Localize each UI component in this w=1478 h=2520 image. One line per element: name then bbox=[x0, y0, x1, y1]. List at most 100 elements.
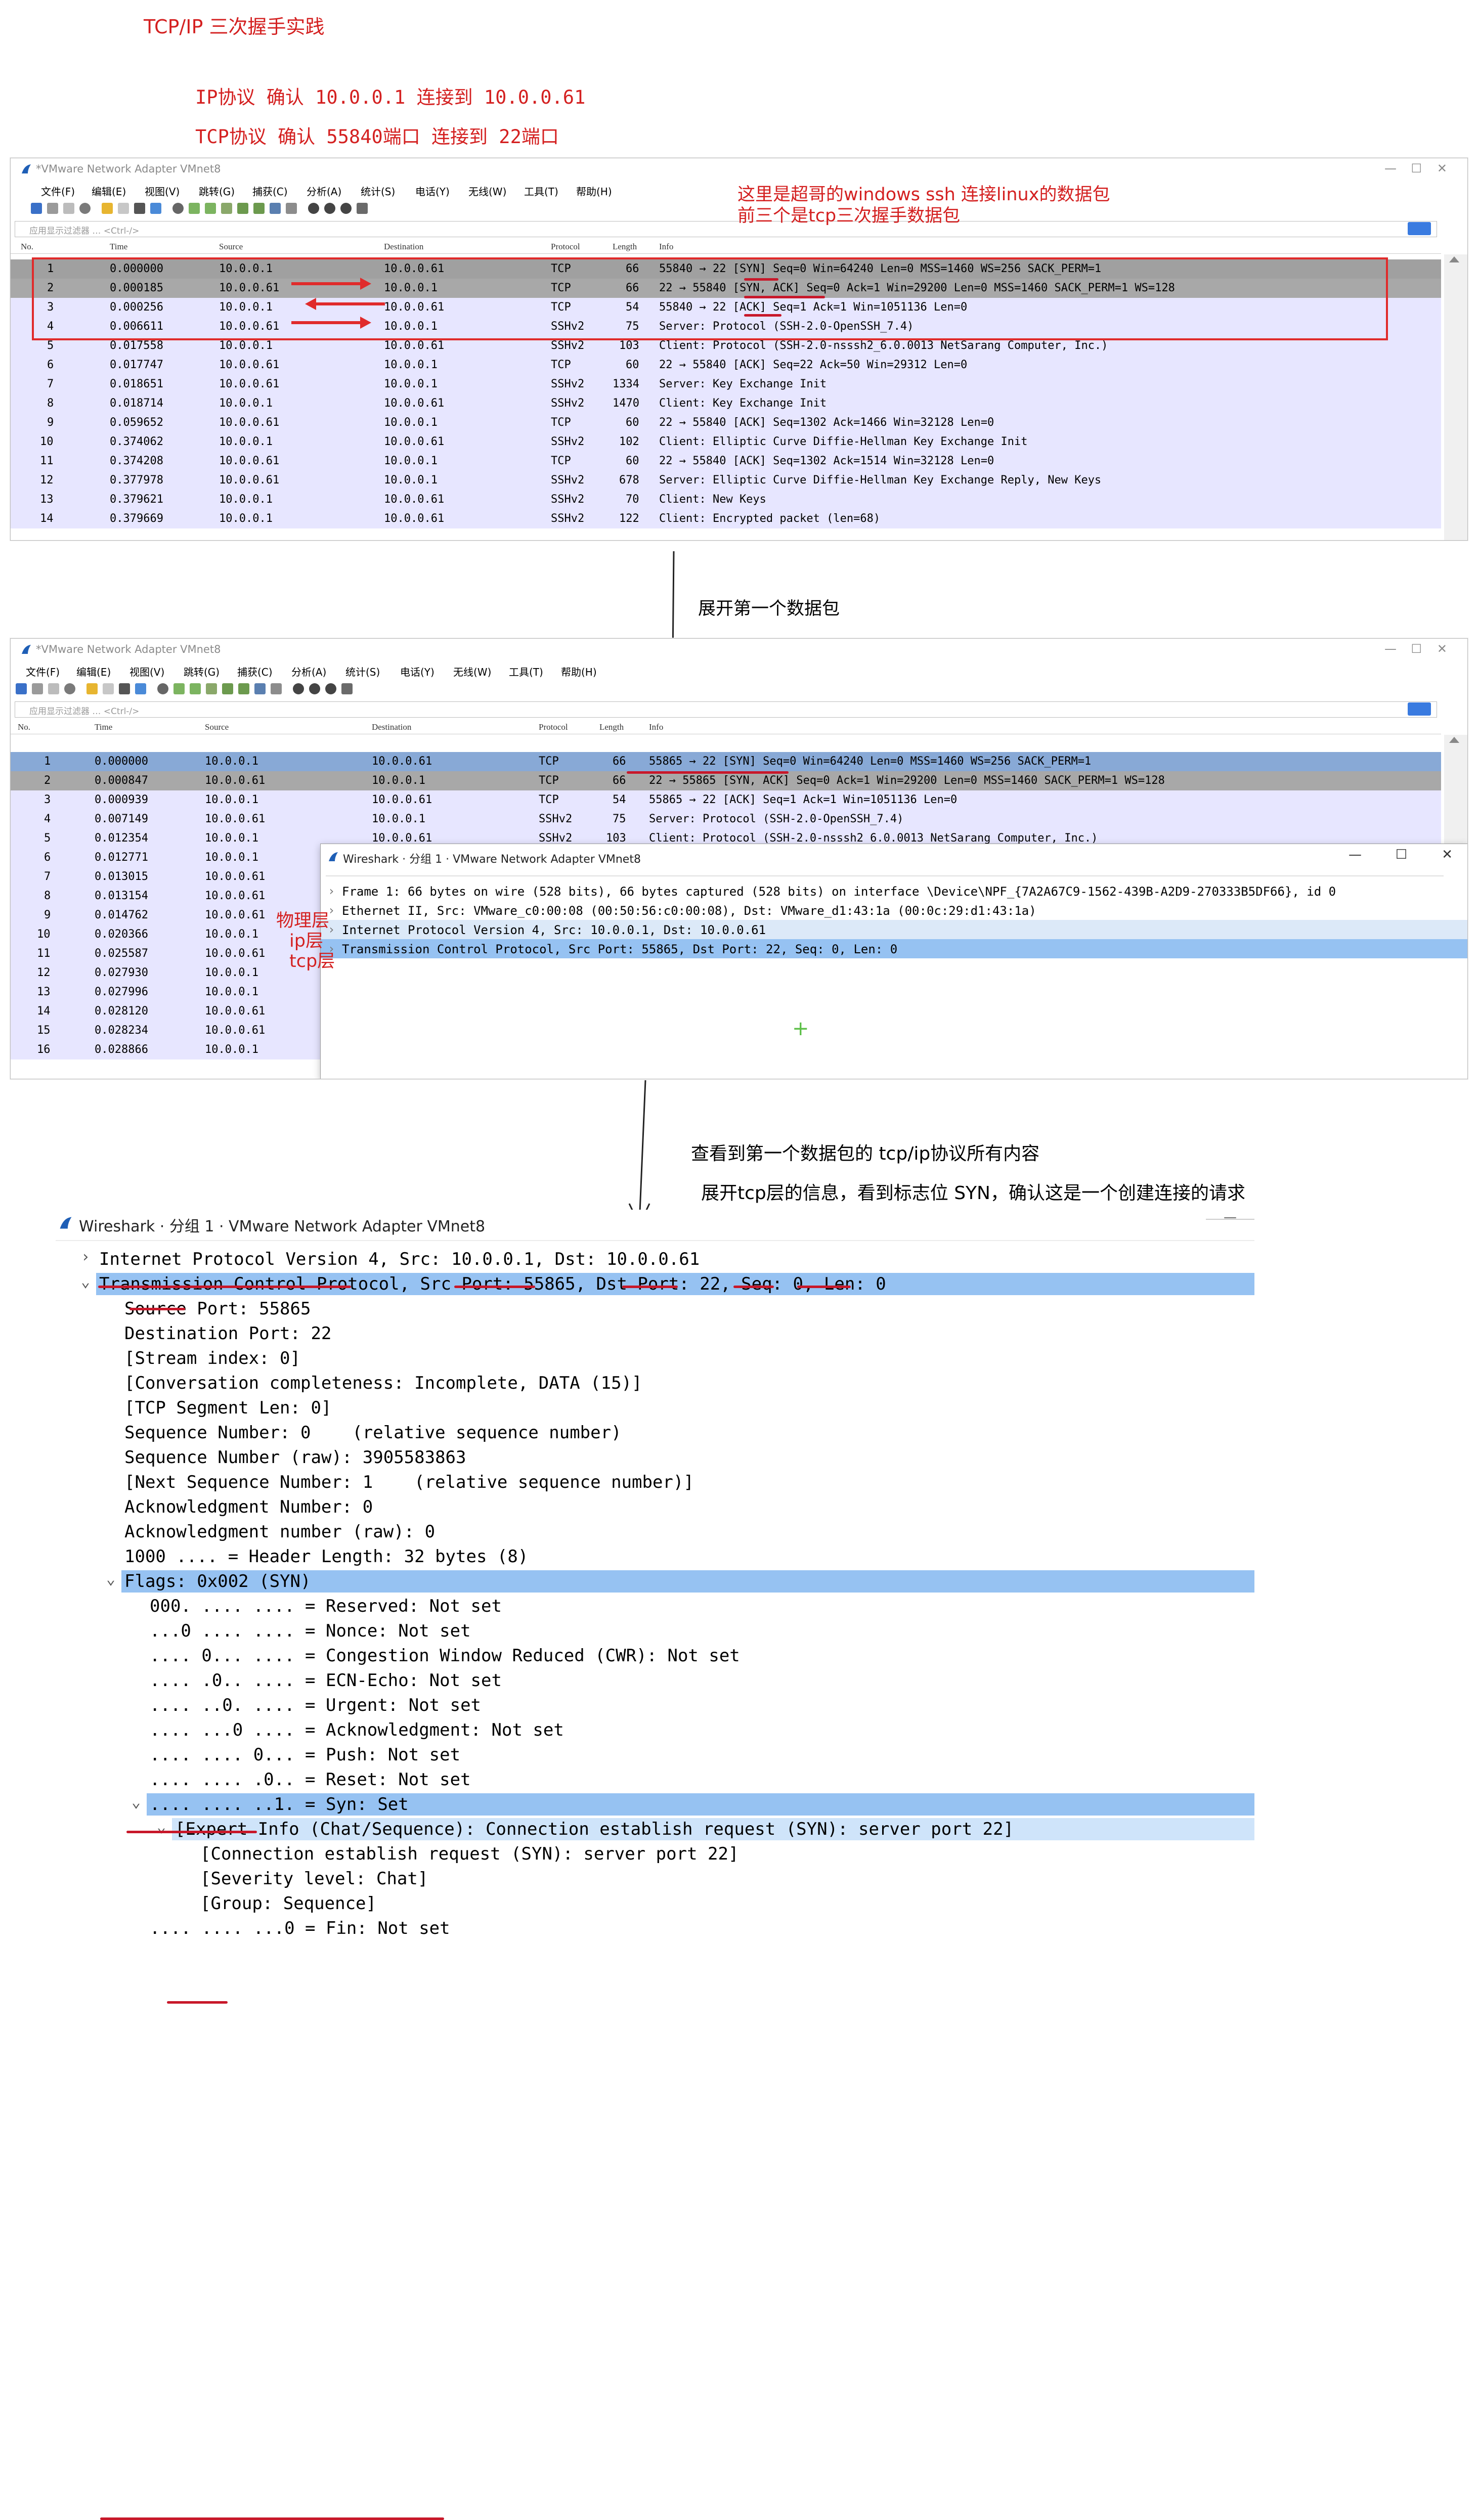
popup-close-button[interactable]: ✕ bbox=[1442, 847, 1453, 862]
menu-statistics[interactable]: 统计(S) bbox=[345, 664, 380, 679]
reload-icon[interactable] bbox=[150, 203, 161, 214]
chevron-right-icon[interactable]: › bbox=[81, 1248, 90, 1266]
go-forward-icon[interactable] bbox=[205, 203, 216, 214]
open-file-icon[interactable] bbox=[86, 683, 98, 694]
tree-node[interactable]: .... ...0 .... = Acknowledgment: Not set bbox=[56, 1718, 1254, 1743]
go-forward-icon[interactable] bbox=[190, 683, 201, 694]
tree-node[interactable]: › Transmission Control Protocol, Src Port… bbox=[321, 939, 1467, 958]
minimize-button[interactable]: — bbox=[1384, 642, 1397, 656]
tree-node[interactable]: ⌄ [Expert Info (Chat/Sequence): Connectio… bbox=[56, 1817, 1254, 1842]
tree-node[interactable]: .... .0.. .... = ECN-Echo: Not set bbox=[56, 1668, 1254, 1693]
menu-analyze[interactable]: 分析(A) bbox=[291, 664, 326, 679]
zoom-reset-icon[interactable] bbox=[325, 683, 336, 694]
menu-view[interactable]: 视图(V) bbox=[145, 184, 180, 198]
start-capture-icon[interactable] bbox=[31, 203, 42, 214]
tree-node[interactable]: [Severity level: Chat] bbox=[56, 1867, 1254, 1891]
tree-node[interactable]: Source Port: 55865 bbox=[56, 1297, 1254, 1321]
tree-node[interactable]: [Group: Sequence] bbox=[56, 1891, 1254, 1916]
tree-node[interactable]: .... .... .0.. = Reset: Not set bbox=[56, 1767, 1254, 1792]
table-row[interactable]: 4 0.007149 10.0.0.61 10.0.0.1 SSHv2 75 Server:… bbox=[11, 810, 1441, 829]
menu-file[interactable]: 文件(F) bbox=[41, 184, 75, 198]
autoscroll-icon[interactable] bbox=[254, 683, 266, 694]
menu-help[interactable]: 帮助(H) bbox=[561, 664, 597, 679]
last-packet-icon[interactable] bbox=[253, 203, 265, 214]
close-file-icon[interactable] bbox=[119, 683, 130, 694]
tree-node[interactable]: [Connection establish request (SYN): ser… bbox=[56, 1842, 1254, 1867]
tree-node[interactable]: [TCP Segment Len: 0] bbox=[56, 1396, 1254, 1421]
menu-edit[interactable]: 编辑(E) bbox=[76, 664, 111, 679]
tree-node[interactable]: Acknowledgment number (raw): 0 bbox=[56, 1520, 1254, 1544]
menu-view[interactable]: 视图(V) bbox=[129, 664, 164, 679]
start-capture-icon[interactable] bbox=[16, 683, 27, 694]
tree-node[interactable]: Sequence Number (raw): 3905583863 bbox=[56, 1445, 1254, 1470]
colorize-icon[interactable] bbox=[286, 203, 297, 214]
tree-node[interactable]: [Conversation completeness: Incomplete, … bbox=[56, 1371, 1254, 1396]
menu-edit[interactable]: 编辑(E) bbox=[92, 184, 126, 198]
menu-file[interactable]: 文件(F) bbox=[26, 664, 60, 679]
first-packet-icon[interactable] bbox=[237, 203, 248, 214]
capture-options-icon[interactable] bbox=[79, 203, 91, 214]
tree-node[interactable]: .... 0... .... = Congestion Window Reduc… bbox=[56, 1644, 1254, 1668]
menu-wireless[interactable]: 无线(W) bbox=[453, 664, 491, 679]
autoscroll-icon[interactable] bbox=[270, 203, 281, 214]
open-file-icon[interactable] bbox=[102, 203, 113, 214]
reload-icon[interactable] bbox=[135, 683, 146, 694]
table-row[interactable]: 2 0.000847 10.0.0.61 10.0.0.1 TCP 66 22 → 5586… bbox=[11, 771, 1441, 790]
menu-capture[interactable]: 捕获(C) bbox=[237, 664, 273, 679]
go-back-icon[interactable] bbox=[173, 683, 185, 694]
menu-statistics[interactable]: 统计(S) bbox=[361, 184, 395, 198]
menu-go[interactable]: 跳转(G) bbox=[199, 184, 235, 198]
table-row[interactable]: 1 0.000000 10.0.0.1 10.0.0.61 TCP 66 55865 → 2… bbox=[11, 752, 1441, 771]
tree-node[interactable]: 1000 .... = Header Length: 32 bytes (8) bbox=[56, 1544, 1254, 1569]
table-row[interactable]: 11 0.374208 10.0.0.61 10.0.0.1 TCP 60 22 → 558… bbox=[11, 452, 1441, 471]
chevron-down-icon[interactable]: ⌄ bbox=[81, 1273, 90, 1291]
maximize-button[interactable]: ☐ bbox=[1411, 161, 1422, 175]
apply-filter-button[interactable] bbox=[1408, 222, 1431, 235]
table-row[interactable]: 9 0.059652 10.0.0.61 10.0.0.1 TCP 60 22 → 5584… bbox=[11, 413, 1441, 432]
table-row[interactable]: 8 0.018714 10.0.0.1 10.0.0.61 SSHv2 1470 Clien… bbox=[11, 394, 1441, 413]
menu-wireless[interactable]: 无线(W) bbox=[468, 184, 506, 198]
tree-node[interactable]: [Stream index: 0] bbox=[56, 1346, 1254, 1371]
colorize-icon[interactable] bbox=[271, 683, 282, 694]
zoom-reset-icon[interactable] bbox=[340, 203, 352, 214]
display-filter-input[interactable]: 应用显示过滤器 … <Ctrl-/> bbox=[15, 701, 1437, 718]
tree-node[interactable]: 000. .... .... = Reserved: Not set bbox=[56, 1594, 1254, 1619]
table-row[interactable]: 12 0.377978 10.0.0.61 10.0.0.1 SSHv2 678 Serve… bbox=[11, 471, 1441, 490]
tree-node[interactable]: .... .... 0... = Push: Not set bbox=[56, 1743, 1254, 1767]
tree-node[interactable]: Acknowledgment Number: 0 bbox=[56, 1495, 1254, 1520]
zoom-in-icon[interactable] bbox=[293, 683, 304, 694]
zoom-out-icon[interactable] bbox=[324, 203, 335, 214]
tree-node[interactable]: › Ethernet II, Src: VMware_c0:00:08 (00:5… bbox=[321, 901, 1467, 920]
popup-minimize-button[interactable]: — bbox=[1349, 847, 1362, 862]
display-filter-input[interactable]: 应用显示过滤器 … <Ctrl-/> bbox=[15, 221, 1437, 237]
tree-node[interactable]: Sequence Number: 0 (relative sequence nu… bbox=[56, 1421, 1254, 1445]
window-minimize-button[interactable]: — bbox=[1206, 1210, 1254, 1225]
tree-node[interactable]: › Internet Protocol Version 4, Src: 10.0.… bbox=[321, 920, 1467, 939]
find-packet-icon[interactable] bbox=[172, 203, 184, 214]
restart-capture-icon[interactable] bbox=[63, 203, 74, 214]
table-row[interactable]: 13 0.379621 10.0.0.1 10.0.0.61 SSHv2 70 Client… bbox=[11, 490, 1441, 509]
popup-maximize-button[interactable]: ☐ bbox=[1396, 847, 1407, 862]
table-row[interactable]: 3 0.000939 10.0.0.1 10.0.0.61 TCP 54 55865 → 2… bbox=[11, 790, 1441, 810]
tree-node[interactable]: .... ..0. .... = Urgent: Not set bbox=[56, 1693, 1254, 1718]
zoom-out-icon[interactable] bbox=[309, 683, 320, 694]
maximize-button[interactable]: ☐ bbox=[1411, 642, 1422, 656]
tree-node[interactable]: .... .... ...0 = Fin: Not set bbox=[56, 1916, 1254, 1941]
close-button[interactable]: ✕ bbox=[1437, 642, 1447, 656]
chevron-down-icon[interactable]: ⌄ bbox=[132, 1793, 141, 1811]
table-row[interactable]: 10 0.374062 10.0.0.1 10.0.0.61 SSHv2 102 Clien… bbox=[11, 432, 1441, 452]
tree-node[interactable]: ⌄ Flags: 0x002 (SYN) bbox=[56, 1569, 1254, 1594]
minimize-button[interactable]: — bbox=[1384, 161, 1397, 175]
last-packet-icon[interactable] bbox=[238, 683, 249, 694]
menu-telephony[interactable]: 电话(Y) bbox=[415, 184, 450, 198]
stop-capture-icon[interactable] bbox=[32, 683, 43, 694]
menu-tools[interactable]: 工具(T) bbox=[509, 664, 543, 679]
menu-capture[interactable]: 捕获(C) bbox=[252, 184, 288, 198]
expand-caret-icon[interactable]: › bbox=[328, 884, 335, 898]
tree-node[interactable]: › Internet Protocol Version 4, Src: 10.0.… bbox=[56, 1247, 1254, 1272]
tree-node[interactable]: ...0 .... .... = Nonce: Not set bbox=[56, 1619, 1254, 1644]
first-packet-icon[interactable] bbox=[222, 683, 233, 694]
go-to-packet-icon[interactable] bbox=[221, 203, 232, 214]
apply-filter-button[interactable] bbox=[1408, 702, 1431, 716]
vertical-scrollbar[interactable] bbox=[1444, 254, 1467, 540]
